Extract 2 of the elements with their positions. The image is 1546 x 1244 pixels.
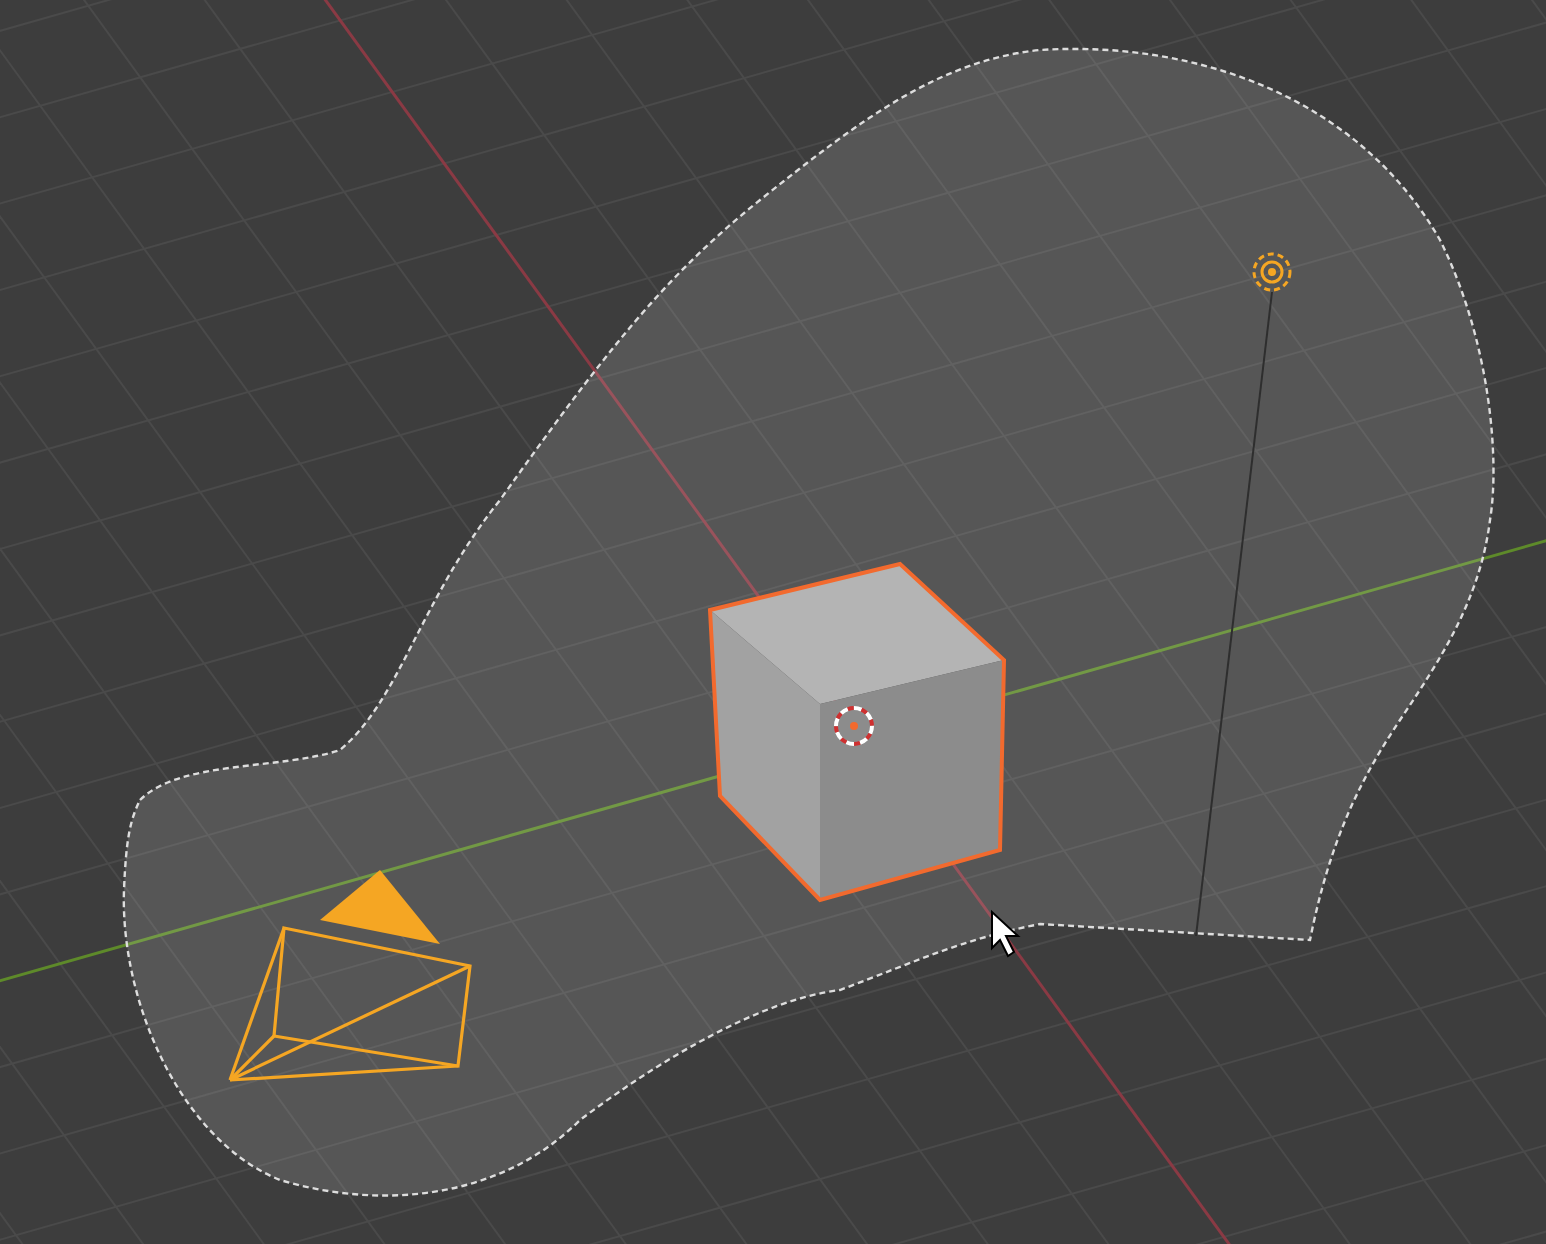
mouse-pointer-icon: [991, 909, 1021, 958]
origin-cursor-icon: [834, 706, 874, 746]
